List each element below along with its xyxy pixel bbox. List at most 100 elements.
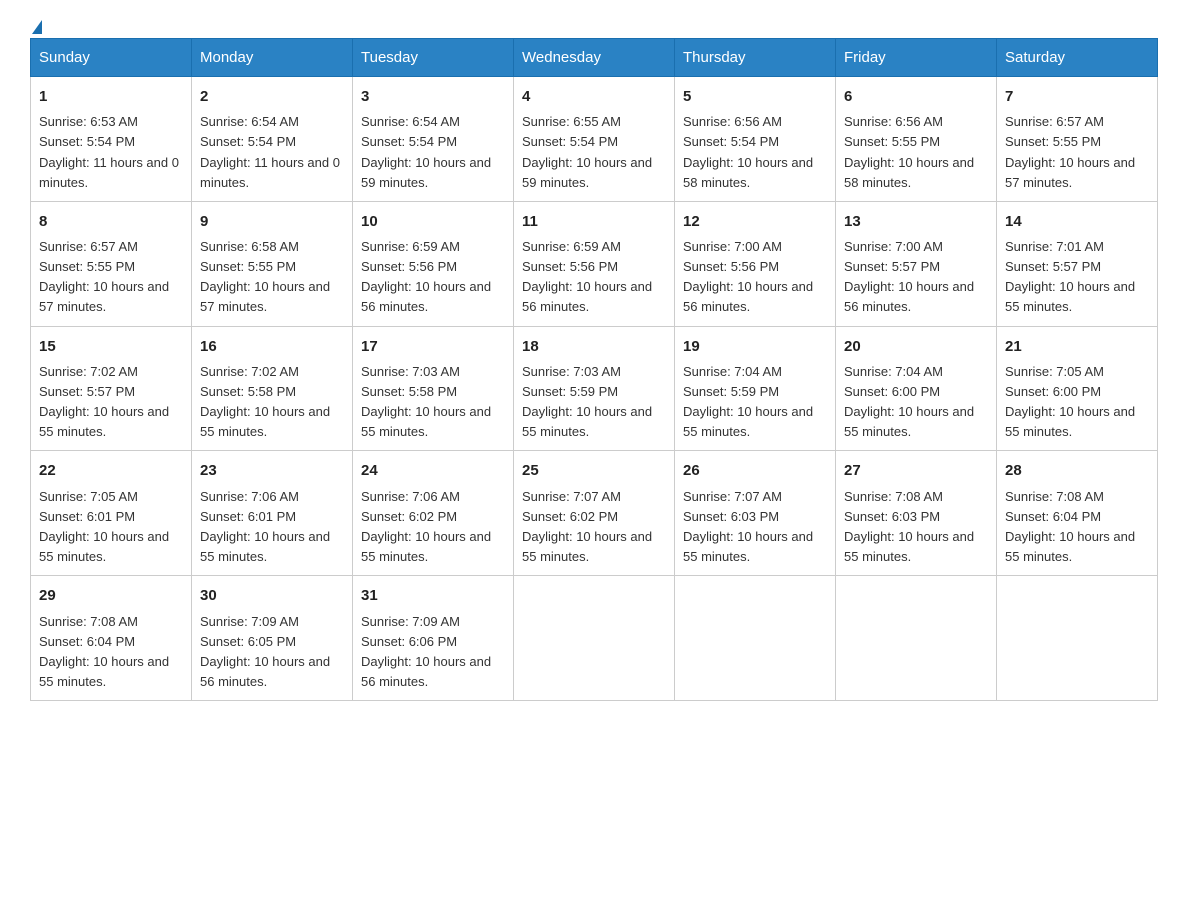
day-number: 8 <box>39 210 183 233</box>
day-detail: Sunrise: 7:05 AMSunset: 6:00 PMDaylight:… <box>1005 364 1135 439</box>
day-detail: Sunrise: 7:09 AMSunset: 6:06 PMDaylight:… <box>361 614 491 689</box>
calendar-cell: 31 Sunrise: 7:09 AMSunset: 6:06 PMDaylig… <box>353 576 514 701</box>
day-detail: Sunrise: 7:08 AMSunset: 6:04 PMDaylight:… <box>1005 489 1135 564</box>
day-number: 2 <box>200 85 344 108</box>
day-detail: Sunrise: 7:04 AMSunset: 6:00 PMDaylight:… <box>844 364 974 439</box>
page-header <box>30 20 1158 28</box>
day-number: 31 <box>361 584 505 607</box>
day-detail: Sunrise: 6:58 AMSunset: 5:55 PMDaylight:… <box>200 239 330 314</box>
day-number: 1 <box>39 85 183 108</box>
weekday-header-thursday: Thursday <box>675 39 836 77</box>
calendar-cell: 17 Sunrise: 7:03 AMSunset: 5:58 PMDaylig… <box>353 326 514 451</box>
day-detail: Sunrise: 6:57 AMSunset: 5:55 PMDaylight:… <box>1005 114 1135 189</box>
day-number: 30 <box>200 584 344 607</box>
day-detail: Sunrise: 7:00 AMSunset: 5:57 PMDaylight:… <box>844 239 974 314</box>
day-number: 27 <box>844 459 988 482</box>
day-number: 29 <box>39 584 183 607</box>
day-detail: Sunrise: 6:56 AMSunset: 5:54 PMDaylight:… <box>683 114 813 189</box>
calendar-cell: 14 Sunrise: 7:01 AMSunset: 5:57 PMDaylig… <box>997 201 1158 326</box>
day-detail: Sunrise: 6:54 AMSunset: 5:54 PMDaylight:… <box>361 114 491 189</box>
calendar-cell: 12 Sunrise: 7:00 AMSunset: 5:56 PMDaylig… <box>675 201 836 326</box>
calendar-cell: 2 Sunrise: 6:54 AMSunset: 5:54 PMDayligh… <box>192 77 353 202</box>
calendar-cell: 28 Sunrise: 7:08 AMSunset: 6:04 PMDaylig… <box>997 451 1158 576</box>
day-number: 28 <box>1005 459 1149 482</box>
calendar-table: SundayMondayTuesdayWednesdayThursdayFrid… <box>30 38 1158 701</box>
day-detail: Sunrise: 7:07 AMSunset: 6:02 PMDaylight:… <box>522 489 652 564</box>
day-number: 7 <box>1005 85 1149 108</box>
day-detail: Sunrise: 6:55 AMSunset: 5:54 PMDaylight:… <box>522 114 652 189</box>
calendar-cell: 24 Sunrise: 7:06 AMSunset: 6:02 PMDaylig… <box>353 451 514 576</box>
day-number: 25 <box>522 459 666 482</box>
weekday-header-row: SundayMondayTuesdayWednesdayThursdayFrid… <box>31 39 1158 77</box>
calendar-cell <box>675 576 836 701</box>
calendar-cell: 30 Sunrise: 7:09 AMSunset: 6:05 PMDaylig… <box>192 576 353 701</box>
day-detail: Sunrise: 6:56 AMSunset: 5:55 PMDaylight:… <box>844 114 974 189</box>
day-number: 20 <box>844 335 988 358</box>
calendar-week-4: 22 Sunrise: 7:05 AMSunset: 6:01 PMDaylig… <box>31 451 1158 576</box>
logo-general-row <box>30 20 42 34</box>
calendar-cell: 13 Sunrise: 7:00 AMSunset: 5:57 PMDaylig… <box>836 201 997 326</box>
calendar-week-3: 15 Sunrise: 7:02 AMSunset: 5:57 PMDaylig… <box>31 326 1158 451</box>
day-number: 13 <box>844 210 988 233</box>
calendar-cell: 22 Sunrise: 7:05 AMSunset: 6:01 PMDaylig… <box>31 451 192 576</box>
calendar-cell: 16 Sunrise: 7:02 AMSunset: 5:58 PMDaylig… <box>192 326 353 451</box>
weekday-header-wednesday: Wednesday <box>514 39 675 77</box>
day-number: 3 <box>361 85 505 108</box>
day-number: 18 <box>522 335 666 358</box>
day-number: 19 <box>683 335 827 358</box>
day-number: 10 <box>361 210 505 233</box>
day-number: 21 <box>1005 335 1149 358</box>
day-number: 6 <box>844 85 988 108</box>
calendar-cell: 15 Sunrise: 7:02 AMSunset: 5:57 PMDaylig… <box>31 326 192 451</box>
calendar-cell: 21 Sunrise: 7:05 AMSunset: 6:00 PMDaylig… <box>997 326 1158 451</box>
calendar-cell: 8 Sunrise: 6:57 AMSunset: 5:55 PMDayligh… <box>31 201 192 326</box>
day-number: 22 <box>39 459 183 482</box>
day-number: 23 <box>200 459 344 482</box>
day-number: 12 <box>683 210 827 233</box>
calendar-cell: 4 Sunrise: 6:55 AMSunset: 5:54 PMDayligh… <box>514 77 675 202</box>
calendar-cell: 19 Sunrise: 7:04 AMSunset: 5:59 PMDaylig… <box>675 326 836 451</box>
day-detail: Sunrise: 7:03 AMSunset: 5:58 PMDaylight:… <box>361 364 491 439</box>
day-detail: Sunrise: 7:09 AMSunset: 6:05 PMDaylight:… <box>200 614 330 689</box>
day-number: 14 <box>1005 210 1149 233</box>
calendar-cell: 23 Sunrise: 7:06 AMSunset: 6:01 PMDaylig… <box>192 451 353 576</box>
calendar-cell: 27 Sunrise: 7:08 AMSunset: 6:03 PMDaylig… <box>836 451 997 576</box>
day-number: 9 <box>200 210 344 233</box>
day-detail: Sunrise: 7:00 AMSunset: 5:56 PMDaylight:… <box>683 239 813 314</box>
day-detail: Sunrise: 7:07 AMSunset: 6:03 PMDaylight:… <box>683 489 813 564</box>
calendar-week-2: 8 Sunrise: 6:57 AMSunset: 5:55 PMDayligh… <box>31 201 1158 326</box>
day-detail: Sunrise: 6:53 AMSunset: 5:54 PMDaylight:… <box>39 114 179 189</box>
day-detail: Sunrise: 6:59 AMSunset: 5:56 PMDaylight:… <box>361 239 491 314</box>
day-detail: Sunrise: 7:02 AMSunset: 5:58 PMDaylight:… <box>200 364 330 439</box>
calendar-week-1: 1 Sunrise: 6:53 AMSunset: 5:54 PMDayligh… <box>31 77 1158 202</box>
calendar-cell: 3 Sunrise: 6:54 AMSunset: 5:54 PMDayligh… <box>353 77 514 202</box>
day-detail: Sunrise: 7:06 AMSunset: 6:02 PMDaylight:… <box>361 489 491 564</box>
logo <box>30 20 42 28</box>
day-detail: Sunrise: 6:59 AMSunset: 5:56 PMDaylight:… <box>522 239 652 314</box>
calendar-cell: 9 Sunrise: 6:58 AMSunset: 5:55 PMDayligh… <box>192 201 353 326</box>
day-number: 15 <box>39 335 183 358</box>
calendar-cell <box>514 576 675 701</box>
calendar-cell: 26 Sunrise: 7:07 AMSunset: 6:03 PMDaylig… <box>675 451 836 576</box>
calendar-week-5: 29 Sunrise: 7:08 AMSunset: 6:04 PMDaylig… <box>31 576 1158 701</box>
calendar-cell: 25 Sunrise: 7:07 AMSunset: 6:02 PMDaylig… <box>514 451 675 576</box>
day-detail: Sunrise: 7:05 AMSunset: 6:01 PMDaylight:… <box>39 489 169 564</box>
day-detail: Sunrise: 6:57 AMSunset: 5:55 PMDaylight:… <box>39 239 169 314</box>
day-detail: Sunrise: 7:03 AMSunset: 5:59 PMDaylight:… <box>522 364 652 439</box>
day-detail: Sunrise: 7:06 AMSunset: 6:01 PMDaylight:… <box>200 489 330 564</box>
day-detail: Sunrise: 6:54 AMSunset: 5:54 PMDaylight:… <box>200 114 340 189</box>
weekday-header-saturday: Saturday <box>997 39 1158 77</box>
day-number: 16 <box>200 335 344 358</box>
day-number: 26 <box>683 459 827 482</box>
weekday-header-monday: Monday <box>192 39 353 77</box>
calendar-cell: 7 Sunrise: 6:57 AMSunset: 5:55 PMDayligh… <box>997 77 1158 202</box>
calendar-cell: 10 Sunrise: 6:59 AMSunset: 5:56 PMDaylig… <box>353 201 514 326</box>
weekday-header-sunday: Sunday <box>31 39 192 77</box>
day-detail: Sunrise: 7:02 AMSunset: 5:57 PMDaylight:… <box>39 364 169 439</box>
day-detail: Sunrise: 7:04 AMSunset: 5:59 PMDaylight:… <box>683 364 813 439</box>
calendar-cell <box>997 576 1158 701</box>
day-number: 4 <box>522 85 666 108</box>
day-detail: Sunrise: 7:08 AMSunset: 6:03 PMDaylight:… <box>844 489 974 564</box>
logo-triangle-icon <box>32 20 42 34</box>
calendar-cell: 20 Sunrise: 7:04 AMSunset: 6:00 PMDaylig… <box>836 326 997 451</box>
